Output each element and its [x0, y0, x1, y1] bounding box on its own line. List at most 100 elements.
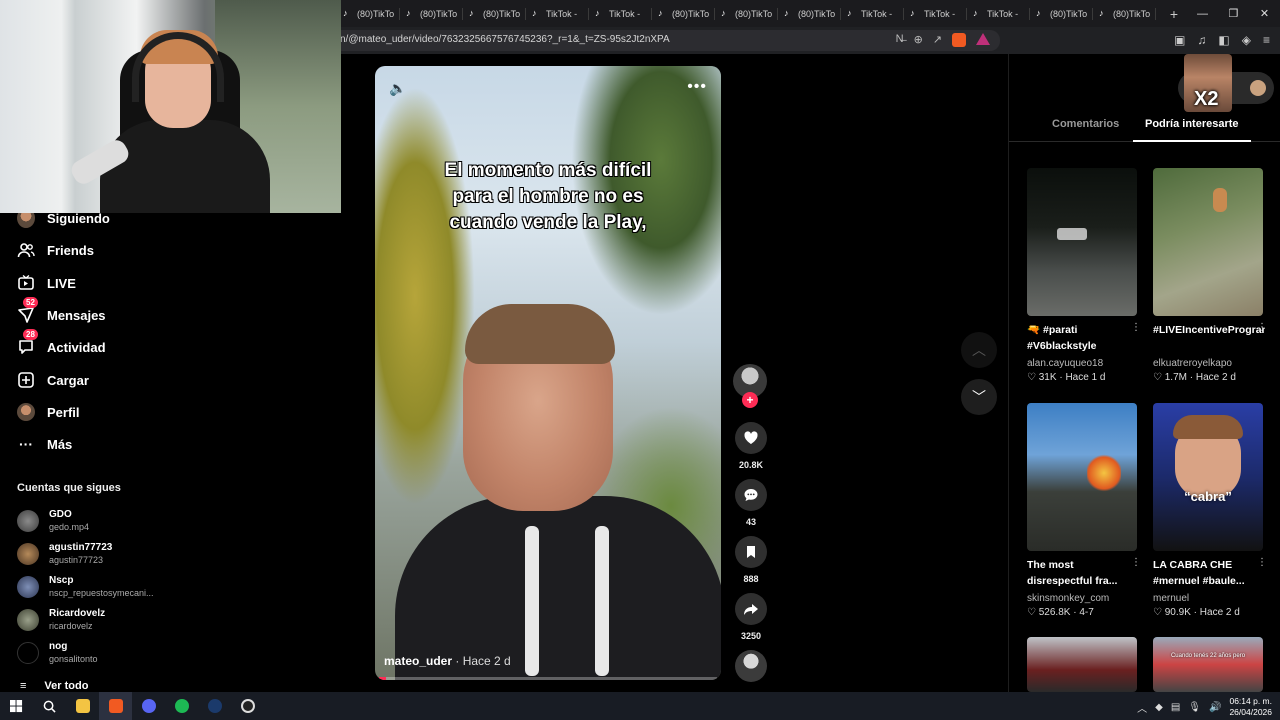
obs-icon[interactable]: [231, 692, 264, 720]
network-icon[interactable]: ▤: [1171, 702, 1180, 713]
translate-icon[interactable]: N̶: [896, 33, 904, 47]
brave-browser-icon[interactable]: [99, 692, 132, 720]
video-player[interactable]: El momento más difícil para el hombre no…: [375, 66, 721, 680]
share-icon[interactable]: ↗: [933, 33, 942, 47]
video-progress-bar[interactable]: [379, 677, 717, 680]
tab-comments[interactable]: Comentarios: [1052, 118, 1119, 130]
minimize-button[interactable]: —: [1187, 0, 1218, 27]
sidebar-item-activity[interactable]: 28 Actividad: [17, 329, 106, 356]
like-button[interactable]: [735, 422, 767, 454]
extensions-icon[interactable]: ▣: [1174, 33, 1185, 47]
video-thumbnail[interactable]: [1027, 168, 1137, 316]
volume-icon[interactable]: 🔈: [389, 80, 406, 97]
spotify-icon[interactable]: [165, 692, 198, 720]
more-options-icon[interactable]: •••: [687, 78, 707, 96]
tray-app-icon[interactable]: ◆: [1155, 702, 1163, 713]
video-author[interactable]: mateo_uder: [384, 654, 452, 668]
card-user[interactable]: mernuel: [1153, 593, 1265, 604]
close-window-button[interactable]: ✕: [1249, 0, 1280, 27]
comment-button[interactable]: [735, 479, 767, 511]
browser-tab[interactable]: ♪ (80)TikTo: [1093, 0, 1156, 27]
new-tab-button[interactable]: +: [1162, 6, 1186, 22]
card-more-icon[interactable]: ⋮: [1257, 557, 1267, 568]
activity-badge: 28: [23, 329, 38, 340]
browser-tab[interactable]: ♪ TikTok -: [589, 0, 652, 27]
tab-title: TikTok -: [924, 8, 956, 19]
sidebar-toggle-icon[interactable]: ◧: [1218, 33, 1229, 47]
discord-icon[interactable]: [132, 692, 165, 720]
recommended-card[interactable]: “cabra” LA CABRA CHE #mernuel #baule... …: [1153, 403, 1267, 618]
browser-tab[interactable]: ♪ (80)TikTo: [715, 0, 778, 27]
save-button[interactable]: [735, 536, 767, 568]
follow-plus-button[interactable]: +: [742, 392, 758, 408]
tray-overflow-icon[interactable]: ︿: [1137, 700, 1147, 715]
windows-start-icon[interactable]: [0, 692, 33, 720]
card-more-icon[interactable]: ⋮: [1131, 322, 1141, 333]
browser-tab[interactable]: ♪ TikTok -: [904, 0, 967, 27]
following-account[interactable]: agustin77723 agustin77723: [17, 542, 112, 565]
next-video-button[interactable]: ﹀: [961, 379, 997, 415]
tab-title: TikTok -: [546, 8, 578, 19]
recommended-card[interactable]: #LIVEIncentiveProgram... ⋮ elkuatreroyel…: [1153, 168, 1267, 383]
browser-tab[interactable]: ♪ TikTok -: [526, 0, 589, 27]
card-more-icon[interactable]: ⋮: [1131, 557, 1141, 568]
card-time: 4-7: [1079, 607, 1094, 618]
share-button[interactable]: [735, 593, 767, 625]
following-account[interactable]: Ricardovelz ricardovelz: [17, 608, 105, 631]
brave-rewards-icon[interactable]: [976, 33, 990, 45]
sidebar-item-upload[interactable]: Cargar: [17, 371, 89, 389]
video-thumbnail[interactable]: “cabra”: [1153, 403, 1263, 551]
recommended-card[interactable]: 🔫 #parati #V6blackstyle ⋮ alan.cayuqueo1…: [1027, 168, 1141, 383]
browser-tab[interactable]: ♪ (80)TikTo: [778, 0, 841, 27]
following-account[interactable]: GDO gedo.mp4: [17, 509, 89, 532]
search-icon[interactable]: [33, 692, 66, 720]
vpn-icon[interactable]: ◈: [1242, 33, 1251, 47]
profile-avatar-icon: [17, 403, 35, 421]
account-handle: gonsalitonto: [49, 654, 98, 664]
following-account[interactable]: Nscp nscp_repuestosymecani...: [17, 575, 154, 598]
clock[interactable]: 06:14 p. m. 26/04/2026: [1229, 696, 1272, 718]
media-icon[interactable]: ♫: [1197, 33, 1206, 47]
see-all-link[interactable]: ≡ Ver todo: [20, 680, 88, 692]
microphone-icon[interactable]: 🎙: [1188, 702, 1201, 713]
tab-recommended[interactable]: Podría interesarte: [1145, 118, 1239, 130]
address-bar[interactable]: n/@mateo_uder/video/7632325667576745236?…: [330, 30, 1000, 51]
browser-tab[interactable]: ♪ (80)TikTo: [1030, 0, 1093, 27]
restore-button[interactable]: ❐: [1218, 0, 1249, 27]
card-user[interactable]: elkuatreroyelkapo: [1153, 358, 1265, 369]
previous-video-button[interactable]: ︿: [961, 332, 997, 368]
volume-tray-icon[interactable]: 🔊: [1209, 702, 1221, 713]
browser-tab[interactable]: ♪ (80)TikTo: [337, 0, 400, 27]
card-more-icon[interactable]: ⋮: [1257, 322, 1267, 333]
video-thumbnail[interactable]: [1153, 168, 1263, 316]
browser-tab[interactable]: ♪ (80)TikTo: [463, 0, 526, 27]
card-user[interactable]: skinsmonkey_com: [1027, 593, 1139, 604]
recommended-card[interactable]: Cuando tenés 22 años pero: [1153, 637, 1265, 692]
zoom-icon[interactable]: ⊕: [914, 33, 923, 47]
recommended-card[interactable]: [1027, 637, 1139, 692]
brave-shields-icon[interactable]: [952, 33, 966, 47]
steam-icon[interactable]: [198, 692, 231, 720]
video-thumbnail[interactable]: [1027, 637, 1137, 692]
sidebar-item-profile[interactable]: Perfil: [17, 403, 80, 421]
following-account[interactable]: nog gonsalitonto: [17, 641, 98, 664]
browser-tab[interactable]: ♪ TikTok -: [967, 0, 1030, 27]
browser-tab[interactable]: ♪ (80)TikTo: [652, 0, 715, 27]
file-explorer-icon[interactable]: [66, 692, 99, 720]
browser-tab[interactable]: ♪ TikTok -: [841, 0, 904, 27]
recommended-card[interactable]: The most disrespectful fra... ⋮ skinsmon…: [1027, 403, 1141, 618]
sidebar-item-more[interactable]: ··· Más: [17, 435, 72, 453]
browser-tab[interactable]: ♪ (80)TikTo: [400, 0, 463, 27]
sidebar-item-live[interactable]: LIVE: [17, 274, 76, 292]
sidebar-item-messages[interactable]: 52 Mensajes: [17, 297, 106, 324]
messages-icon: 52: [17, 297, 38, 324]
sidebar-item-friends[interactable]: Friends: [17, 241, 94, 259]
url-text[interactable]: n/@mateo_uder/video/7632325667576745236?…: [340, 34, 670, 45]
sound-avatar[interactable]: [735, 650, 767, 682]
menu-icon[interactable]: ≡: [1263, 33, 1270, 47]
account-name: GDO: [49, 509, 72, 520]
video-author-line[interactable]: mateo_uder · Hace 2 d: [384, 654, 511, 668]
video-thumbnail[interactable]: [1027, 403, 1137, 551]
card-user[interactable]: alan.cayuqueo18: [1027, 358, 1139, 369]
video-thumbnail[interactable]: Cuando tenés 22 años pero: [1153, 637, 1263, 692]
